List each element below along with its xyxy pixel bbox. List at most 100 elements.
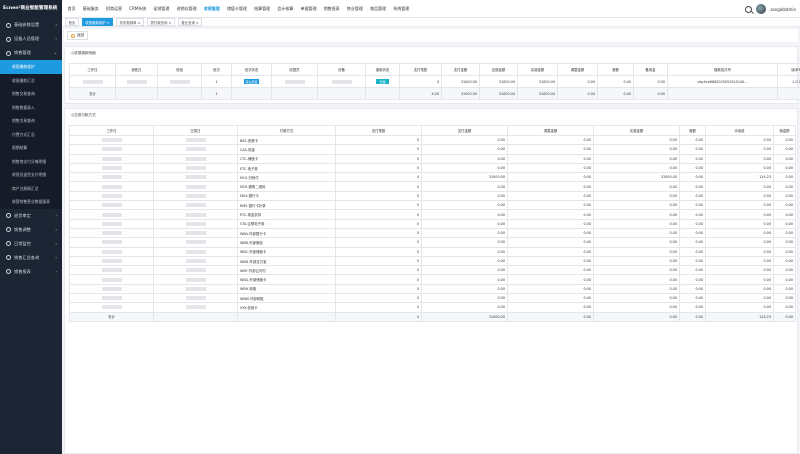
table-row[interactable]: WBH-转账 0 0.00 0.00 0.00 0.00 0.00 0.00: [69, 283, 796, 295]
topnav-item[interactable]: 物品管理: [370, 6, 386, 12]
sidebar-group[interactable]: 销售管理 ⌄: [0, 46, 62, 60]
topnav-item[interactable]: 系统管理: [393, 6, 409, 12]
table-row[interactable]: WBD-外部支付宝 0 0.00 0.00 0.00 0.00 0.00 0.00: [69, 255, 796, 267]
table-row[interactable]: WBG-外部储值卡 0 0.00 0.00 0.00 0.00 0.00 0.00: [69, 274, 796, 285]
column-header[interactable]: 缴款批次号: [667, 63, 778, 76]
search-icon[interactable]: [745, 5, 753, 13]
column-header[interactable]: 调整金额: [507, 125, 594, 136]
sidebar-item[interactable]: 收银缴款汇总: [0, 73, 62, 87]
cell-comm: 0.00: [773, 255, 796, 267]
column-header[interactable]: 交易日: [153, 125, 238, 136]
sidebar-group[interactable]: 基础参数设置 ›: [0, 18, 62, 32]
column-header[interactable]: 支付笔数: [335, 125, 422, 136]
column-header[interactable]: 支付笔数: [399, 63, 442, 76]
topnav-item[interactable]: CRM系统: [129, 6, 146, 12]
column-header[interactable]: 实缴金额: [593, 125, 680, 136]
user-name[interactable]: sanglobdmin: [770, 7, 796, 12]
back-button[interactable]: 返回: [67, 31, 89, 40]
tab-tag[interactable]: 提付款查询 ×: [146, 17, 175, 27]
sidebar-item[interactable]: 限期结算: [0, 141, 62, 155]
topnav-item[interactable]: 会计核算: [277, 6, 293, 12]
sidebar-item[interactable]: 收银员退货支付明细: [0, 168, 62, 182]
column-header[interactable]: 支付金额: [441, 63, 480, 76]
sidebar-item[interactable]: 销售交易查询: [0, 114, 62, 128]
table-row[interactable]: CAS-现金 0 0.00 0.00 0.00 0.00 0.00 0.00: [69, 144, 796, 155]
table-row[interactable]: ETC-电子券 0 0.00 0.00 0.00 0.00 0.00 0.00: [69, 162, 796, 174]
topnav-item[interactable]: 招商运营: [106, 6, 122, 12]
sidebar-group[interactable]: 销售汇总查询 ›: [0, 251, 62, 265]
table-row[interactable]: RMS-银行卡补录 0 0.00 0.00 0.00 0.00 0.00 0.00: [69, 200, 796, 211]
sidebar-item[interactable]: 收银缴款维护: [0, 60, 62, 74]
sidebar-item[interactable]: 销售商支付分摊明细: [0, 154, 62, 168]
cell-workday: [69, 302, 154, 313]
column-header[interactable]: 差额: [679, 125, 706, 136]
sidebar-group[interactable]: 设备人员管理 ›: [0, 32, 62, 46]
topnav-item[interactable]: 促销管理: [153, 6, 169, 12]
sidebar-item[interactable]: 销售数据录入: [0, 100, 62, 114]
topnav-item[interactable]: 基础服务: [83, 6, 99, 12]
table-row[interactable]: WBA-外部银行卡 0 0.00 0.00 0.00 0.00 0.00 0.00: [69, 227, 796, 239]
sidebar-item[interactable]: 联营销售营业数据报表: [0, 195, 62, 209]
topnav-item[interactable]: 结算管理: [254, 6, 270, 12]
tab-tag[interactable]: 营业查询 ×: [177, 17, 203, 27]
column-header[interactable]: 差额: [597, 63, 634, 76]
column-header[interactable]: 缴款状态: [365, 63, 400, 76]
column-header[interactable]: 实缴金额: [517, 63, 558, 76]
topnav-item[interactable]: 首页: [68, 6, 76, 12]
cell-paid: 0.00: [593, 218, 680, 229]
tab-tag[interactable]: 首页: [65, 17, 79, 27]
column-header[interactable]: 调整金额: [557, 63, 598, 76]
cell-method: CAS-现金: [237, 144, 336, 155]
sidebar-item[interactable]: 销售交易查询: [0, 87, 62, 101]
table-row[interactable]: WBF-外部云闪付 0 0.00 0.00 0.00 0.00 0.00 0.00: [69, 265, 796, 276]
sidebar-group[interactable]: 退货审定 ›: [0, 209, 62, 223]
column-header[interactable]: 销售日: [115, 63, 158, 76]
column-header[interactable]: 付款方式: [237, 125, 336, 136]
topnav-item[interactable]: 进销存管理: [177, 6, 197, 12]
column-header[interactable]: 备用金: [633, 63, 668, 76]
cell-paid: 0.00: [593, 283, 680, 295]
table-row[interactable]: MXX-银行卡 0 0.00 0.00 0.00 0.00 0.00 0.00: [69, 190, 796, 202]
column-header[interactable]: 支付金额: [421, 125, 508, 136]
topnav-item[interactable]: 物业管理: [347, 6, 363, 12]
topnav-item[interactable]: 销售报表: [324, 6, 340, 12]
column-header[interactable]: 手续费: [705, 125, 774, 136]
column-header[interactable]: 应缴金额: [479, 63, 518, 76]
tab-tag[interactable]: 收银缴款维护 ×: [81, 17, 114, 27]
column-header[interactable]: 版本号: [777, 63, 800, 76]
topnav-item[interactable]: 储值卡管理: [227, 6, 247, 12]
table-row[interactable]: BSS-资源卡 0 0.00 0.00 0.00 0.00 0.00 0.00: [69, 134, 796, 146]
topnav-item[interactable]: 收银管理: [204, 6, 220, 12]
table-row[interactable]: M15-扫码付 4 31000.00 0.00 31000.00 0.00 124.23 0.…: [69, 172, 796, 183]
avatar[interactable]: [756, 4, 767, 14]
sidebar-group[interactable]: 销售报表 ›: [0, 265, 62, 279]
column-header[interactable]: 班次: [201, 63, 232, 76]
table-row[interactable]: WBC-外部储值卡 0 0.00 0.00 0.00 0.00 0.00 0.00: [69, 246, 796, 257]
column-header[interactable]: 设备: [317, 63, 366, 76]
table-row[interactable]: XYK-信用卡 0 0.00 0.00 0.00 0.00 0.00 0.00: [69, 302, 796, 313]
column-header[interactable]: 收银员: [271, 63, 318, 76]
table-row[interactable]: M29-微购二维码 0 0.00 0.00 0.00 0.00 0.00 0.00: [69, 181, 796, 192]
table-row[interactable]: CTC-储值卡 0 0.00 0.00 0.00 0.00 0.00 0.00: [69, 153, 796, 164]
tab-tag[interactable]: 商务报销单 ×: [116, 17, 144, 27]
column-header[interactable]: 佣金额: [773, 125, 796, 136]
column-header[interactable]: 班次状态: [231, 63, 272, 76]
column-header[interactable]: 工作日: [69, 63, 116, 76]
cell-diff: 0.00: [679, 227, 706, 239]
sidebar-item[interactable]: 付费方式汇总: [0, 127, 62, 141]
table-row[interactable]: STA-企联电子券 0 0.00 0.00 0.00 0.00 0.00 0.00: [69, 218, 796, 229]
sidebar-group-label: 销售报表: [14, 268, 31, 274]
cell-paid: 0.00: [593, 265, 680, 276]
column-header[interactable]: 工作日: [69, 125, 154, 136]
table-row[interactable]: RTC-现金折扣 0 0.00 0.00 0.00 0.00 0.00 0.00: [69, 209, 796, 220]
sidebar-item[interactable]: 商户注册情汇总: [0, 181, 62, 195]
total-label: 总计: [69, 311, 154, 322]
table-row[interactable]: WBB-外部微信 0 0.00 0.00 0.00 0.00 0.00 0.00: [69, 237, 796, 248]
sidebar-group[interactable]: 销售调整 ›: [0, 223, 62, 237]
table-row[interactable]: WBW-外部转账 0 0.00 0.00 0.00 0.00 0.00 0.00: [69, 293, 796, 304]
sidebar-group[interactable]: 日常监控 ›: [0, 237, 62, 251]
topnav-item[interactable]: 单据管理: [301, 6, 317, 12]
column-header[interactable]: 班组: [157, 63, 202, 76]
cell-paid: 0.00: [593, 153, 680, 164]
table-row[interactable]: 1 营业结束 已缴 4 31000.00 31000.00 31000.00 0…: [69, 75, 800, 88]
